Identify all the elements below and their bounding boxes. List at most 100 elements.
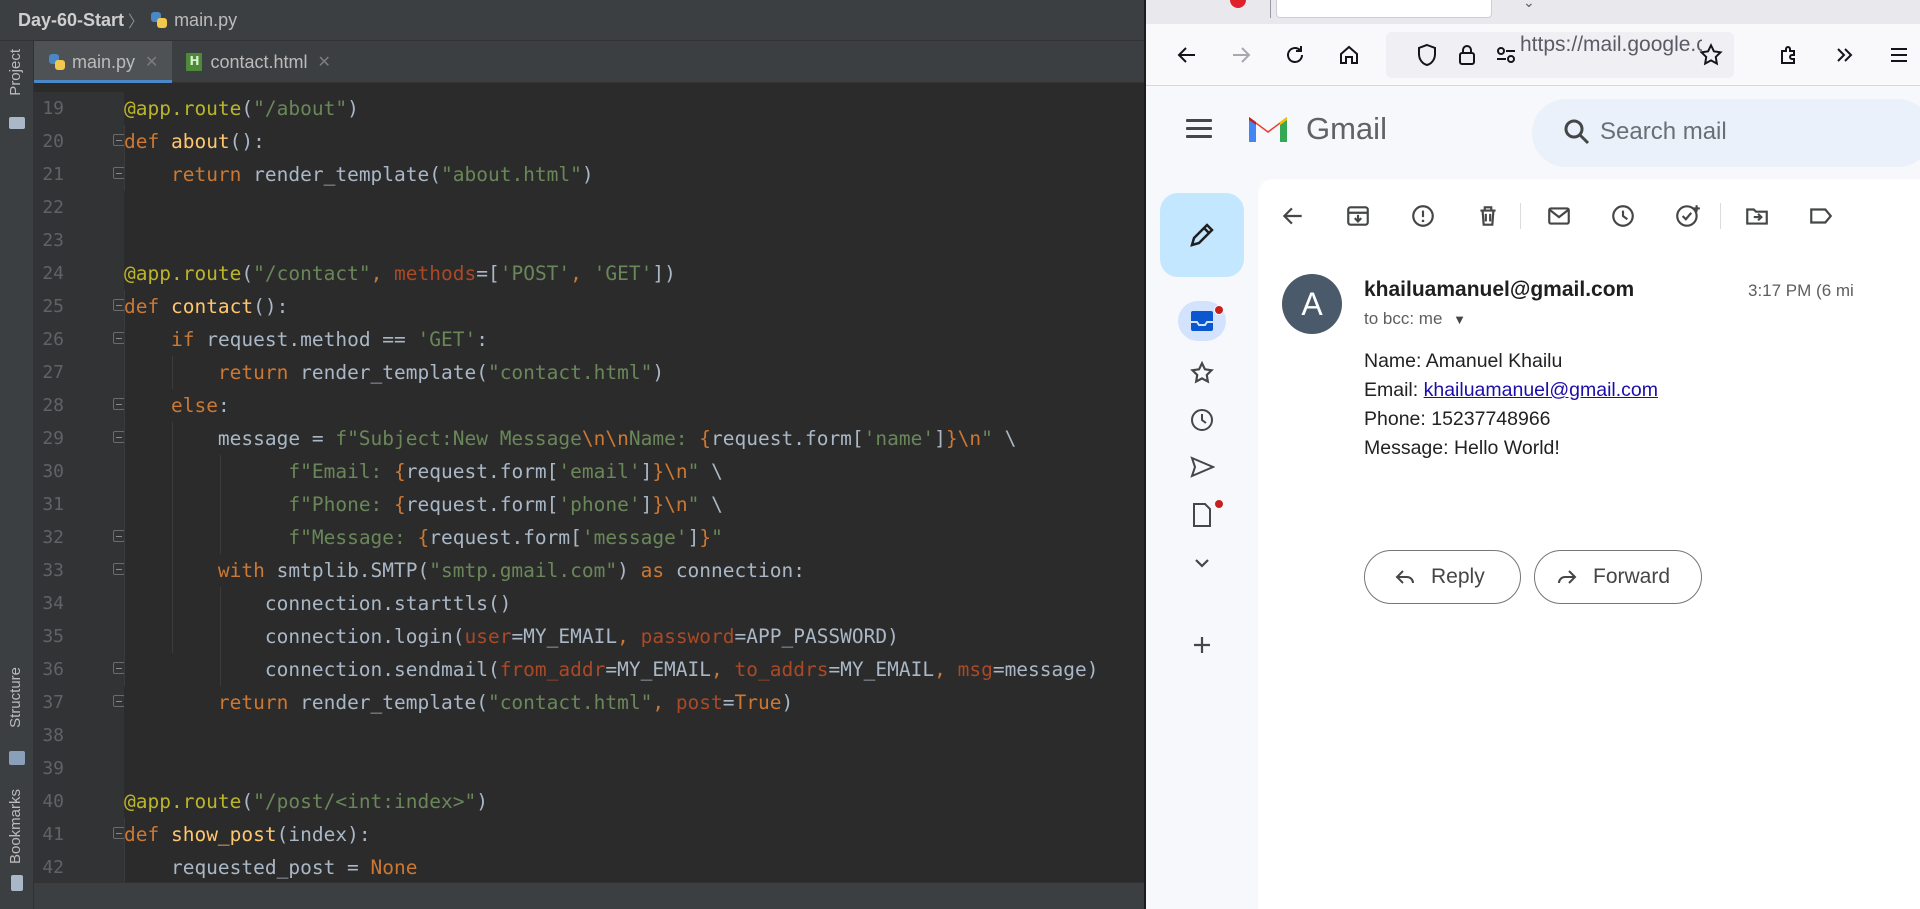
search-input[interactable]: Search mail (1600, 118, 1727, 146)
code-line: def contact(): (124, 295, 289, 318)
body-name-line: Name: Amanuel Khailu (1364, 350, 1563, 372)
python-file-icon (48, 53, 66, 71)
main-menu-button[interactable] (1186, 119, 1212, 139)
starred-icon[interactable] (1188, 359, 1216, 387)
code-line: f"Message: {request.form['message']}" (288, 526, 723, 549)
pencil-icon (1190, 223, 1214, 247)
body-email-line: Email: khailuamanuel@gmail.com (1364, 379, 1658, 402)
more-chevron-down-icon[interactable] (1188, 549, 1216, 577)
trash-icon (1480, 206, 1496, 226)
sent-icon[interactable] (1188, 453, 1216, 481)
snooze-button[interactable] (1608, 201, 1638, 231)
mark-unread-button[interactable] (1544, 201, 1574, 231)
reply-button[interactable]: Reply (1364, 550, 1521, 604)
permissions-button[interactable] (1489, 38, 1523, 72)
line-number: 40 (42, 791, 64, 812)
line-number: 38 (42, 725, 64, 746)
gmail-header: Gmail Search mail (1146, 87, 1920, 179)
line-number: 35 (42, 626, 64, 647)
move-to-button[interactable] (1742, 201, 1772, 231)
overflow-button[interactable] (1828, 38, 1862, 72)
line-number: 32 (42, 527, 64, 548)
add-to-tasks-button[interactable] (1673, 201, 1703, 231)
hamburger-icon (1891, 48, 1907, 62)
bookmarks-tool-tab[interactable]: Bookmarks (0, 789, 34, 893)
code-line: requested_post = None (124, 856, 418, 879)
snoozed-clock-icon[interactable] (1188, 406, 1216, 434)
url-text[interactable]: https://mail.google.com (1520, 33, 1702, 57)
archive-icon (1347, 206, 1369, 226)
app-menu-button[interactable] (1882, 38, 1916, 72)
body-phone-line: Phone: 15237748966 (1364, 408, 1551, 430)
body-email-link[interactable]: khailuamanuel@gmail.com (1424, 379, 1658, 401)
email-timestamp: 3:17 PM (6 mi (1748, 281, 1854, 300)
tab-main-py[interactable]: main.py ✕ (34, 41, 173, 83)
browser-toolbar: https://mail.google.com (1146, 24, 1920, 86)
tab-favicon (1230, 0, 1246, 8)
lock-icon (1459, 45, 1475, 65)
recipient-line[interactable]: to bcc: me ▼ (1364, 309, 1466, 329)
structure-tool-tab[interactable]: Structure (0, 667, 34, 767)
bookmark-icon (11, 875, 23, 891)
code-line: return render_template("contact.html", p… (217, 691, 794, 714)
close-icon[interactable]: ✕ (317, 52, 330, 72)
python-file-icon (150, 11, 168, 29)
gmail-logo-icon (1249, 117, 1287, 142)
tab-list-chevron-icon[interactable]: ⌄ (1523, 0, 1535, 11)
line-number: 19 (42, 98, 64, 119)
compose-button[interactable] (1160, 193, 1244, 277)
line-number: 30 (42, 461, 64, 482)
folder-move-icon (1746, 208, 1768, 225)
inbox-icon[interactable] (1188, 307, 1216, 335)
reload-button[interactable] (1278, 38, 1312, 72)
chevron-down-icon[interactable]: ▼ (1453, 312, 1466, 327)
forward-arrow-icon (1233, 47, 1251, 63)
line-number: 29 (42, 428, 64, 449)
drafts-icon[interactable] (1188, 501, 1216, 529)
delete-button[interactable] (1473, 201, 1503, 231)
bookmark-star-button[interactable] (1694, 38, 1728, 72)
home-button[interactable] (1332, 38, 1366, 72)
code-editor[interactable]: @app.route("/about") def about(): return… (124, 92, 1144, 882)
gmail-nav-rail (1146, 179, 1258, 909)
line-number: 37 (42, 692, 64, 713)
browser-window: ⌄ https://mail.google.com (1144, 0, 1920, 909)
labels-button[interactable] (1806, 201, 1836, 231)
tool-window-strip: Project Structure Bookmarks (0, 41, 34, 909)
line-number: 23 (42, 230, 64, 251)
breadcrumb-file[interactable]: main.py (174, 10, 237, 31)
add-label-plus-icon[interactable] (1188, 631, 1216, 659)
project-tool-tab[interactable]: Project (0, 49, 34, 129)
back-button[interactable] (1170, 38, 1204, 72)
tab-contact-html[interactable]: contact.html ✕ (172, 41, 344, 83)
line-number: 22 (42, 197, 64, 218)
code-line: f"Email: {request.form['email']}\n" \ (288, 460, 723, 483)
code-line: message = f"Subject:New Message\n\nName:… (124, 427, 1017, 450)
mail-icon (1548, 207, 1570, 225)
close-icon[interactable]: ✕ (145, 52, 158, 72)
line-number: 27 (42, 362, 64, 383)
code-line: def about(): (124, 130, 265, 153)
line-number: 36 (42, 659, 64, 680)
sender-avatar[interactable]: A (1282, 274, 1342, 334)
site-security-button[interactable] (1450, 38, 1484, 72)
forward-button[interactable]: Forward (1534, 550, 1702, 604)
reply-label: Reply (1431, 565, 1485, 588)
sender-email[interactable]: khailuamanuel@gmail.com (1364, 278, 1634, 302)
html-file-icon (186, 53, 203, 71)
inbox-unread-badge (1214, 305, 1224, 315)
puzzle-icon (1781, 46, 1795, 64)
archive-button[interactable] (1343, 201, 1373, 231)
forward-button[interactable] (1224, 38, 1258, 72)
code-line: f"Phone: {request.form['phone']}\n" \ (288, 493, 723, 516)
report-spam-button[interactable] (1408, 201, 1438, 231)
breadcrumb-project[interactable]: Day-60-Start (18, 10, 124, 31)
email-view: A khailuamanuel@gmail.com 3:17 PM (6 mi … (1258, 179, 1920, 909)
tracking-protection-button[interactable] (1410, 38, 1444, 72)
line-number: 28 (42, 395, 64, 416)
search-icon[interactable] (1562, 117, 1592, 147)
back-to-inbox-button[interactable] (1278, 201, 1308, 231)
star-icon (1699, 43, 1723, 66)
browser-tab-active[interactable] (1276, 0, 1492, 18)
extensions-button[interactable] (1772, 38, 1806, 72)
